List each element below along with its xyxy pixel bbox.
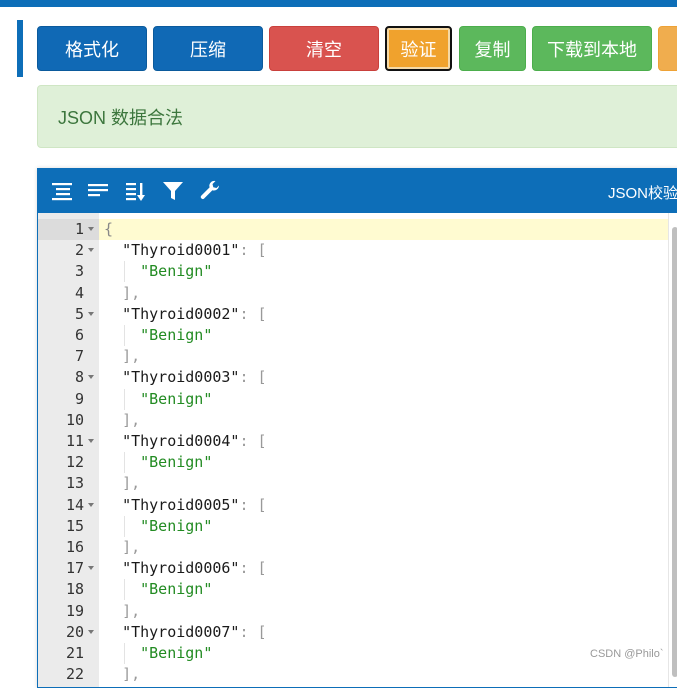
- code-text: ],: [122, 410, 141, 429]
- sort-icon[interactable]: [124, 179, 148, 203]
- code-line[interactable]: 13 ],: [38, 473, 669, 494]
- code-text: "Benign": [99, 515, 668, 537]
- code-text: "Thyroid0003": [: [122, 368, 267, 387]
- code-line[interactable]: 7 ],: [38, 346, 669, 367]
- code-text: "Benign": [99, 452, 668, 474]
- code-line[interactable]: 11 "Thyroid0004": [: [38, 431, 669, 452]
- code-line[interactable]: 4 ],: [38, 283, 669, 304]
- line-number: 3: [74, 262, 84, 281]
- line-number: 7: [74, 347, 84, 366]
- code-text: {: [99, 219, 668, 240]
- more-button[interactable]: [658, 26, 677, 71]
- code-text: "Thyroid0001": [: [122, 241, 267, 260]
- code-line[interactable]: 2 "Thyroid0001": [: [38, 240, 669, 261]
- fold-toggle-icon[interactable]: [88, 311, 94, 316]
- top-accent-bar: [0, 0, 677, 7]
- line-number: 19: [65, 601, 84, 620]
- code-line[interactable]: 3 "Benign": [38, 261, 669, 283]
- line-number: 6: [74, 326, 84, 344]
- code-line[interactable]: 15 "Benign": [38, 515, 669, 537]
- fold-toggle-icon[interactable]: [88, 566, 94, 571]
- code-text: "Benign": [99, 579, 668, 601]
- code-line[interactable]: 16 ],: [38, 537, 669, 558]
- code-text: "Thyroid0002": [: [122, 304, 267, 323]
- line-number: 13: [65, 474, 84, 493]
- code-text: ],: [122, 538, 141, 556]
- code-line[interactable]: 5 "Thyroid0002": [: [38, 304, 669, 325]
- json-editor[interactable]: JSON校验 1{2 "Thyroid0001": [3 "Benign" 4 ]…: [37, 168, 677, 688]
- code-text: "Benign": [99, 643, 668, 664]
- code-line[interactable]: 18 "Benign": [38, 579, 669, 601]
- line-number: 21: [65, 644, 84, 662]
- code-line[interactable]: 19 ],: [38, 601, 669, 622]
- code-line[interactable]: 14 "Thyroid0005": [: [38, 495, 669, 516]
- code-line[interactable]: 10 ],: [38, 410, 669, 431]
- code-line[interactable]: 21 "Benign": [38, 643, 669, 664]
- fold-toggle-icon[interactable]: [88, 502, 94, 507]
- validation-alert: JSON 数据合法: [37, 85, 677, 148]
- code-line[interactable]: 22 ],: [38, 664, 669, 685]
- line-number: 15: [65, 516, 84, 535]
- code-line[interactable]: 12 "Benign": [38, 452, 669, 474]
- validate-button[interactable]: 验证: [385, 26, 452, 71]
- code-line[interactable]: 1{: [38, 219, 669, 240]
- fold-toggle-icon[interactable]: [88, 227, 94, 231]
- code-text: ],: [122, 283, 141, 302]
- line-number: 18: [65, 580, 84, 599]
- fold-toggle-icon[interactable]: [88, 439, 94, 443]
- code-text: "Benign": [99, 388, 668, 410]
- code-text: ],: [122, 665, 141, 684]
- code-text: ],: [122, 474, 141, 493]
- line-number: 10: [65, 410, 84, 429]
- code-line[interactable]: 6 "Benign": [38, 325, 669, 346]
- code-line[interactable]: 8 "Thyroid0003": [: [38, 367, 669, 388]
- editor-title: JSON校验: [608, 185, 677, 202]
- code-text: "Thyroid0007": [: [122, 622, 267, 641]
- compact-icon[interactable]: [86, 179, 110, 203]
- copy-button[interactable]: 复制: [459, 26, 526, 71]
- alert-message: JSON 数据合法: [58, 107, 184, 128]
- format-button[interactable]: 格式化: [37, 26, 147, 71]
- code-text: ],: [122, 601, 141, 620]
- code-text: "Thyroid0006": [: [122, 559, 267, 578]
- format-icon[interactable]: [50, 179, 74, 203]
- line-number: 12: [65, 453, 84, 472]
- line-number: 9: [74, 389, 84, 408]
- code-text: "Thyroid0005": [: [122, 495, 267, 514]
- code-line[interactable]: 9 "Benign": [38, 388, 669, 410]
- fold-toggle-icon[interactable]: [88, 375, 94, 380]
- line-number: 4: [74, 283, 84, 302]
- code-text: "Thyroid0004": [: [122, 432, 267, 450]
- editor-menu-bar: JSON校验: [38, 169, 677, 213]
- compress-button[interactable]: 压缩: [153, 26, 263, 71]
- scrollbar-thumb[interactable]: [672, 227, 677, 677]
- code-line[interactable]: 20 "Thyroid0007": [: [38, 622, 669, 643]
- fold-toggle-icon[interactable]: [88, 248, 94, 253]
- watermark: CSDN @Philo`: [590, 648, 664, 660]
- code-text: "Benign": [99, 325, 668, 346]
- code-text: "Benign": [99, 261, 668, 283]
- code-text: ],: [122, 347, 141, 366]
- clear-button[interactable]: 清空: [269, 26, 379, 71]
- code-line[interactable]: 17 "Thyroid0006": [: [38, 558, 669, 579]
- filter-icon[interactable]: [161, 179, 185, 203]
- line-number: 16: [65, 538, 84, 556]
- line-number: 22: [65, 665, 84, 684]
- download-button[interactable]: 下载到本地: [532, 26, 652, 71]
- fold-toggle-icon[interactable]: [88, 629, 94, 634]
- repair-icon[interactable]: [198, 179, 222, 203]
- left-accent-bar: [17, 20, 23, 77]
